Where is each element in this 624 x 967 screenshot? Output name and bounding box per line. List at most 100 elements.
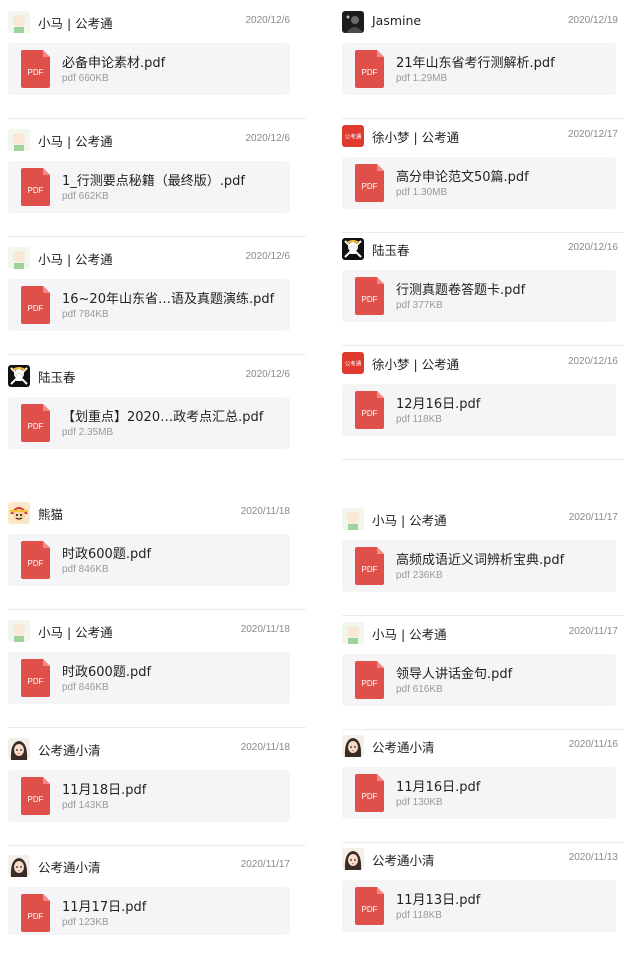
file-name: 必备申论素材.pdf <box>62 56 166 71</box>
file-card[interactable]: PDF 21年山东省考行测解析.pdf pdf 1.29MB <box>342 43 616 95</box>
svg-text:PDF: PDF <box>28 186 44 195</box>
file-card[interactable]: PDF 11月18日.pdf pdf 143KB <box>8 770 290 822</box>
message-item: 小马 | 公考通 2020/12/6 PDF 必备申论素材.pdf pdf 66… <box>8 11 306 123</box>
sender-name: 徐小梦 | 公考通 <box>372 357 460 372</box>
file-size: pdf 784KB <box>62 309 109 320</box>
message-item: 小马 | 公考通 2020/11/18 PDF 时政600题.pdf pdf 8… <box>8 620 306 732</box>
dark-photo-avatar[interactable] <box>342 11 364 33</box>
message-item: 公考通小清 2020/11/18 PDF 11月18日.pdf pdf 143K… <box>8 738 306 850</box>
message-item: Jasmine 2020/12/19 PDF 21年山东省考行测解析.pdf p… <box>342 11 624 123</box>
file-card[interactable]: PDF 高分申论范文50篇.pdf pdf 1.30MB <box>342 157 616 209</box>
svg-text:PDF: PDF <box>362 565 378 574</box>
sender-name: 公考通小清 <box>38 860 101 875</box>
skull-avatar[interactable] <box>342 238 364 260</box>
pdf-file-icon: PDF <box>355 661 384 699</box>
xiaoma-avatar[interactable] <box>8 11 30 33</box>
sender-name: 小马 | 公考通 <box>38 134 113 149</box>
sender-name: 公考通小清 <box>38 743 101 758</box>
pdf-file-icon: PDF <box>21 541 50 579</box>
pdf-file-icon: PDF <box>21 777 50 815</box>
message-header: 公考通 徐小梦 | 公考通 2020/12/16 <box>342 352 624 384</box>
message-date: 2020/12/6 <box>245 133 291 144</box>
message-date: 2020/12/19 <box>567 15 618 26</box>
file-card[interactable]: PDF 12月16日.pdf pdf 118KB <box>342 384 616 436</box>
svg-text:PDF: PDF <box>362 295 378 304</box>
message-date: 2020/11/17 <box>568 512 618 523</box>
file-size: pdf 143KB <box>62 800 109 811</box>
file-size: pdf 662KB <box>62 191 109 202</box>
file-card[interactable]: PDF 必备申论素材.pdf pdf 660KB <box>8 43 290 95</box>
message-header: 小马 | 公考通 2020/12/6 <box>8 247 306 279</box>
svg-text:PDF: PDF <box>28 912 44 921</box>
file-name: 21年山东省考行测解析.pdf <box>396 56 555 71</box>
svg-text:PDF: PDF <box>28 422 44 431</box>
svg-text:PDF: PDF <box>362 182 378 191</box>
message-item: 公考通 徐小梦 | 公考通 2020/12/16 PDF 12月16日.pdf … <box>342 352 624 464</box>
file-card[interactable]: PDF 11月17日.pdf pdf 123KB <box>8 887 290 935</box>
girl-avatar[interactable] <box>8 738 30 760</box>
divider <box>342 118 624 119</box>
divider <box>8 609 306 610</box>
pdf-file-icon: PDF <box>355 50 384 88</box>
file-card[interactable]: PDF 高频成语近义词辨析宝典.pdf pdf 236KB <box>342 540 616 592</box>
sender-name: 小马 | 公考通 <box>38 625 113 640</box>
file-size: pdf 1.30MB <box>396 187 448 198</box>
message-header: 公考通小清 2020/11/13 <box>342 848 624 880</box>
divider <box>342 232 624 233</box>
xiaoma-avatar[interactable] <box>342 508 364 530</box>
divider <box>342 729 624 730</box>
message-item: 公考通 徐小梦 | 公考通 2020/12/17 PDF 高分申论范文50篇.p… <box>342 125 624 237</box>
file-size: pdf 846KB <box>62 564 109 575</box>
file-card[interactable]: PDF 领导人讲话金句.pdf pdf 616KB <box>342 654 616 706</box>
message-date: 2020/12/16 <box>567 242 618 253</box>
xiaoma-avatar[interactable] <box>8 247 30 269</box>
cartoon-avatar[interactable] <box>8 502 30 524</box>
sender-name: 小马 | 公考通 <box>372 513 447 528</box>
file-card[interactable]: PDF 时政600题.pdf pdf 846KB <box>8 652 290 704</box>
file-size: pdf 118KB <box>396 414 442 425</box>
message-date: 2020/12/6 <box>245 251 291 262</box>
girl-avatar[interactable] <box>342 848 364 870</box>
svg-text:PDF: PDF <box>362 679 378 688</box>
message-header: 小马 | 公考通 2020/11/17 <box>342 508 624 540</box>
file-size: pdf 846KB <box>62 682 109 693</box>
file-name: 1_行测要点秘籍（最终版）.pdf <box>62 174 245 189</box>
message-date: 2020/11/16 <box>568 739 618 750</box>
message-item: 熊猫 2020/11/18 PDF 时政600题.pdf pdf 846KB <box>8 502 306 614</box>
message-date: 2020/11/18 <box>240 742 290 753</box>
divider <box>8 727 306 728</box>
gkt-logo-avatar[interactable]: 公考通 <box>342 125 364 147</box>
message-date: 2020/11/18 <box>240 506 290 517</box>
file-size: pdf 2.35MB <box>62 427 114 438</box>
file-card[interactable]: PDF 11月16日.pdf pdf 130KB <box>342 767 616 819</box>
file-card[interactable]: PDF 16~20年山东省…语及真题演练.pdf pdf 784KB <box>8 279 290 331</box>
file-size: pdf 660KB <box>62 73 109 84</box>
girl-avatar[interactable] <box>8 855 30 877</box>
file-name: 高分申论范文50篇.pdf <box>396 170 529 185</box>
file-card[interactable]: PDF 行测真题卷答题卡.pdf pdf 377KB <box>342 270 616 322</box>
file-card[interactable]: PDF 1_行测要点秘籍（最终版）.pdf pdf 662KB <box>8 161 290 213</box>
file-card[interactable]: PDF 时政600题.pdf pdf 846KB <box>8 534 290 586</box>
pdf-file-icon: PDF <box>21 404 50 442</box>
xiaoma-avatar[interactable] <box>8 620 30 642</box>
message-header: 陆玉春 2020/12/16 <box>342 238 624 270</box>
message-header: 公考通小清 2020/11/17 <box>8 855 306 887</box>
xiaoma-avatar[interactable] <box>342 622 364 644</box>
skull-avatar[interactable] <box>8 365 30 387</box>
message-header: 公考通小清 2020/11/16 <box>342 735 624 767</box>
girl-avatar[interactable] <box>342 735 364 757</box>
file-card[interactable]: PDF 【划重点】2020…政考点汇总.pdf pdf 2.35MB <box>8 397 290 449</box>
file-size: pdf 236KB <box>396 570 443 581</box>
xiaoma-avatar[interactable] <box>8 129 30 151</box>
file-card[interactable]: PDF 11月13日.pdf pdf 118KB <box>342 880 616 932</box>
svg-text:PDF: PDF <box>362 68 378 77</box>
divider <box>342 842 624 843</box>
file-name: 【划重点】2020…政考点汇总.pdf <box>62 410 264 425</box>
gkt-logo-avatar[interactable]: 公考通 <box>342 352 364 374</box>
sender-name: 小马 | 公考通 <box>38 16 113 31</box>
svg-text:PDF: PDF <box>28 304 44 313</box>
message-date: 2020/11/17 <box>568 626 618 637</box>
message-item: 小马 | 公考通 2020/11/17 PDF 领导人讲话金句.pdf pdf … <box>342 622 624 734</box>
sender-name: Jasmine <box>372 13 422 28</box>
message-date: 2020/11/17 <box>240 859 290 870</box>
